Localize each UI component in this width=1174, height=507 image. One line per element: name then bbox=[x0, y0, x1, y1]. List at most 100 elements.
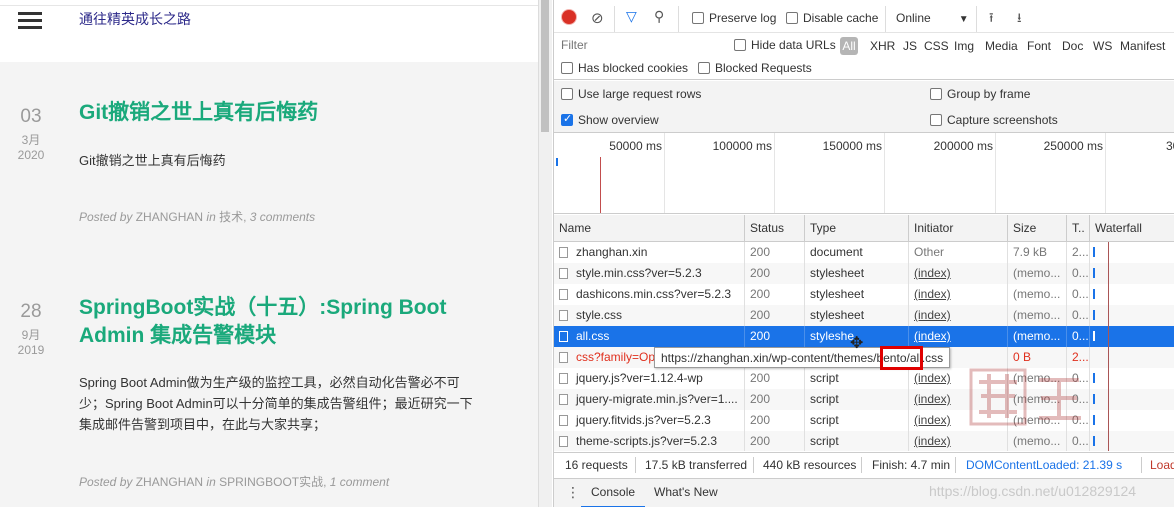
column-name[interactable]: Name bbox=[554, 215, 745, 242]
filter-css-button[interactable]: CSS bbox=[924, 39, 949, 53]
disable-cache-checkbox[interactable]: Disable cache bbox=[786, 11, 878, 25]
checkbox-box[interactable] bbox=[786, 12, 798, 24]
filter-img-button[interactable]: Img bbox=[954, 39, 974, 53]
watermark-text: https://blog.csdn.net/u012829124 bbox=[929, 483, 1137, 499]
column-status[interactable]: Status bbox=[745, 215, 805, 242]
filter-font-button[interactable]: Font bbox=[1027, 39, 1051, 53]
cell-text: 200 bbox=[750, 266, 771, 280]
cell-text: (index) bbox=[914, 287, 951, 301]
filter-ws-button[interactable]: WS bbox=[1093, 39, 1112, 53]
cell-name: style.min.css?ver=5.2.3 bbox=[554, 263, 745, 284]
table-row[interactable]: style.css 200 stylesheet (index) (memo... 0..… bbox=[554, 305, 1174, 326]
file-icon bbox=[559, 289, 568, 300]
tab-whats-new[interactable]: What's New bbox=[654, 479, 718, 507]
cell-size: (memo... bbox=[1008, 326, 1067, 347]
checkbox-box[interactable] bbox=[698, 62, 710, 74]
post-author[interactable]: ZHANGHAN bbox=[136, 210, 203, 224]
cell-text: (index) bbox=[914, 329, 951, 343]
tab-console[interactable]: Console bbox=[581, 479, 646, 507]
cell-initiator[interactable]: (index) bbox=[909, 326, 1008, 347]
cell-text: document bbox=[810, 245, 863, 259]
cell-text: (index) bbox=[914, 266, 951, 280]
filter-media-button[interactable]: Media bbox=[985, 39, 1018, 53]
table-row[interactable]: style.min.css?ver=5.2.3 200 stylesheet (ind… bbox=[554, 263, 1174, 284]
cell-text: (index) bbox=[914, 308, 951, 322]
filter-doc-button[interactable]: Doc bbox=[1062, 39, 1083, 53]
column-time[interactable]: T.. bbox=[1067, 215, 1090, 242]
cell-size: (memo... bbox=[1008, 263, 1067, 284]
post-title-line: SpringBoot实战（十五）:Spring Boot bbox=[79, 296, 447, 319]
capture-screenshots-checkbox[interactable]: Capture screenshots bbox=[930, 113, 1058, 127]
network-overview-timeline[interactable]: 50000 ms 100000 ms 150000 ms 200000 ms 2… bbox=[554, 133, 1174, 214]
menu-icon[interactable] bbox=[18, 12, 42, 30]
cell-initiator[interactable]: Other bbox=[909, 242, 1008, 263]
filter-input[interactable] bbox=[558, 36, 720, 54]
large-rows-label: Use large request rows bbox=[578, 87, 702, 101]
filter-icon[interactable]: ▽ bbox=[626, 8, 637, 25]
post-comments[interactable]: 1 comment bbox=[330, 475, 389, 489]
group-by-frame-checkbox[interactable]: Group by frame bbox=[930, 87, 1030, 101]
cell-type: script bbox=[805, 368, 909, 389]
checkbox-box[interactable] bbox=[930, 114, 942, 126]
waterfall-bar bbox=[1093, 394, 1095, 404]
hide-data-urls-label: Hide data URLs bbox=[751, 38, 836, 52]
blocked-requests-checkbox[interactable]: Blocked Requests bbox=[698, 61, 812, 75]
blog-scrollbar-thumb[interactable] bbox=[541, 0, 549, 132]
table-row[interactable]: theme-scripts.js?ver=5.2.3 200 script (inde… bbox=[554, 431, 1174, 451]
toolbar-separator bbox=[678, 6, 679, 32]
cell-text: 200 bbox=[750, 392, 771, 406]
checkbox-box[interactable] bbox=[930, 88, 942, 100]
large-rows-checkbox[interactable]: Use large request rows bbox=[561, 87, 701, 101]
post-meta: Posted by ZHANGHAN in SPRINGBOOT实战, 1 co… bbox=[79, 473, 389, 490]
post-category[interactable]: SPRINGBOOT实战, bbox=[219, 475, 326, 489]
download-icon[interactable]: ⭳ bbox=[1017, 9, 1022, 31]
checkbox-box[interactable] bbox=[561, 112, 573, 126]
cell-initiator[interactable]: (index) bbox=[909, 431, 1008, 451]
clear-icon[interactable]: ⊘ bbox=[591, 9, 604, 27]
post-category[interactable]: 技术, bbox=[219, 210, 246, 224]
watermark-seal bbox=[969, 368, 1081, 426]
hide-data-urls-checkbox[interactable]: Hide data URLs bbox=[734, 38, 836, 52]
cell-text: jquery-migrate.min.js?ver=1.... bbox=[576, 392, 738, 406]
filter-xhr-button[interactable]: XHR bbox=[870, 39, 895, 53]
cell-status: 200 bbox=[745, 284, 805, 305]
post-comments[interactable]: 3 comments bbox=[250, 210, 315, 224]
cell-text: jquery.fitvids.js?ver=5.2.3 bbox=[576, 413, 711, 427]
post-author[interactable]: ZHANGHAN bbox=[136, 475, 203, 489]
disable-cache-label: Disable cache bbox=[803, 11, 879, 25]
file-icon bbox=[559, 247, 568, 258]
post-month: 9月 bbox=[21, 328, 41, 342]
column-waterfall[interactable]: Waterfall bbox=[1090, 215, 1174, 242]
search-icon[interactable]: ⚲ bbox=[654, 8, 664, 25]
checkbox-box[interactable] bbox=[734, 39, 746, 51]
filter-manifest-button[interactable]: Manifest bbox=[1120, 39, 1165, 53]
more-vert-icon[interactable]: ⋮ bbox=[566, 484, 580, 501]
record-icon[interactable] bbox=[562, 10, 576, 24]
has-blocked-cookies-checkbox[interactable]: Has blocked cookies bbox=[561, 61, 688, 75]
cell-initiator[interactable]: (index) bbox=[909, 305, 1008, 326]
filter-all-button[interactable]: All bbox=[840, 37, 858, 55]
table-row[interactable]: all.css 200 styleshe (index) (memo... 0... bbox=[554, 326, 1174, 347]
preserve-log-checkbox[interactable]: Preserve log bbox=[692, 11, 776, 25]
checkbox-box[interactable] bbox=[561, 88, 573, 100]
summary-resources: 440 kB resources bbox=[763, 458, 857, 472]
column-type[interactable]: Type bbox=[805, 215, 909, 242]
throttle-select[interactable]: Online ▼ bbox=[896, 11, 969, 25]
filter-js-button[interactable]: JS bbox=[903, 39, 917, 53]
show-overview-checkbox[interactable]: Show overview bbox=[561, 112, 659, 127]
checkbox-box[interactable] bbox=[692, 12, 704, 24]
table-row[interactable]: dashicons.min.css?ver=5.2.3 200 stylesheet… bbox=[554, 284, 1174, 305]
column-size[interactable]: Size bbox=[1008, 215, 1067, 242]
toolbar-separator bbox=[614, 6, 615, 32]
table-row[interactable]: zhanghan.xin 200 document Other 7.9 kB 2... bbox=[554, 242, 1174, 263]
upload-icon[interactable]: ⭱ bbox=[989, 9, 994, 31]
post-title[interactable]: SpringBoot实战（十五）:Spring Boot Admin 集成告警模… bbox=[79, 294, 519, 350]
column-initiator[interactable]: Initiator bbox=[909, 215, 1008, 242]
cell-initiator[interactable]: (index) bbox=[909, 263, 1008, 284]
post-title[interactable]: Git撤销之世上真有后悔药 bbox=[79, 99, 519, 127]
checkbox-box[interactable] bbox=[561, 62, 573, 74]
toolbar-separator bbox=[976, 6, 977, 32]
cell-text: (index) bbox=[914, 434, 951, 448]
cell-initiator[interactable]: (index) bbox=[909, 284, 1008, 305]
cell-text: jquery.js?ver=1.12.4-wp bbox=[576, 371, 703, 385]
